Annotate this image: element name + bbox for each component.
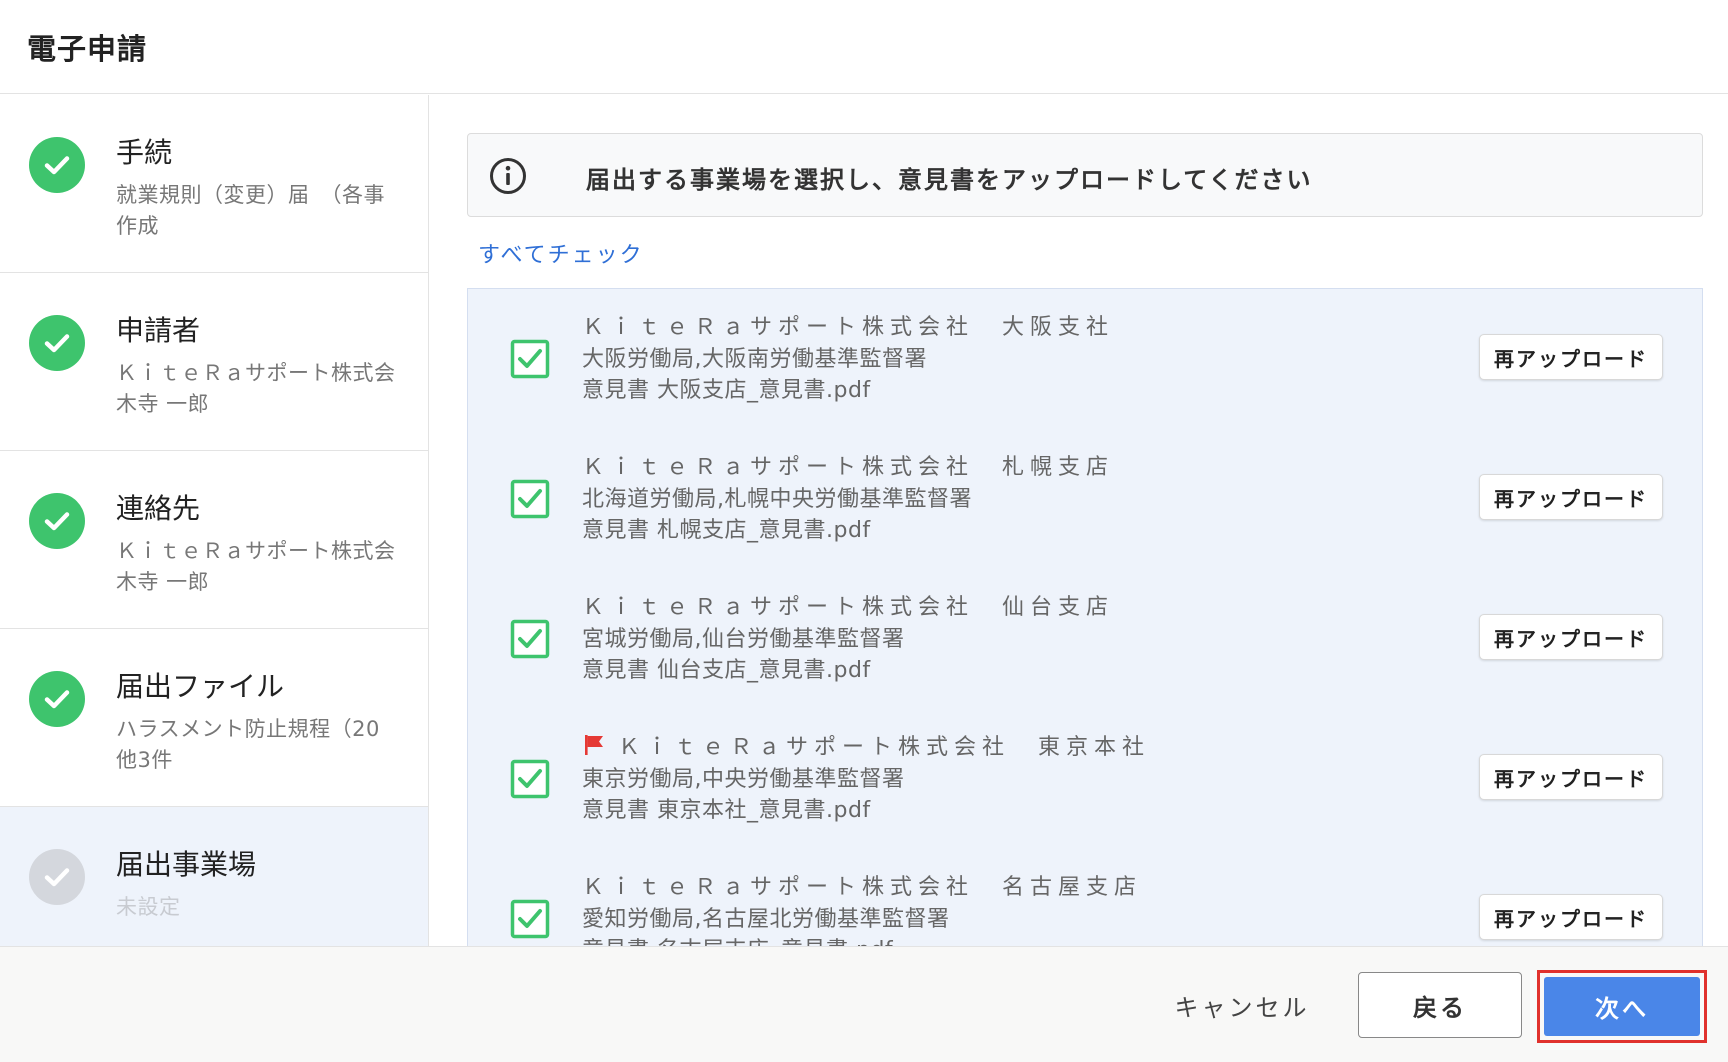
checked-checkbox-icon[interactable] [510, 479, 550, 519]
step-summary: ＫｉｔｅＲａサポート株式会 [116, 361, 396, 385]
checked-checkbox-icon[interactable] [510, 759, 550, 799]
step-title: 届出事業場 [116, 848, 257, 881]
check-circle-icon [29, 671, 85, 727]
workplace-name-row: ＫｉｔｅＲａサポート株式会社 東京本社 [582, 729, 1150, 761]
step-contact[interactable]: 連絡先 ＫｉｔｅＲａサポート株式会 木寺 一郎 [0, 451, 428, 629]
opinion-file: 意見書 東京本社_意見書.pdf [582, 798, 871, 823]
dialog-header: 電子申請 [0, 0, 1728, 94]
workplace-name: ＫｉｔｅＲａサポート株式会社 札幌支店 [582, 455, 1115, 480]
step-summary: ハラスメント防止規程（20 [116, 717, 380, 741]
workplace-office: 愛知労働局,名古屋北労働基準監督署 [582, 907, 950, 932]
step-summary-detail: 木寺 一郎 [116, 570, 210, 594]
dialog-footer: キャンセル 戻る 次へ [0, 946, 1728, 1062]
workplace-name: ＫｉｔｅＲａサポート株式会社 大阪支社 [582, 315, 1115, 340]
reupload-button[interactable]: 再アップロード [1479, 894, 1663, 940]
back-button[interactable]: 戻る [1358, 972, 1522, 1038]
reupload-button[interactable]: 再アップロード [1479, 474, 1663, 520]
workplace-row: ＫｉｔｅＲａサポート株式会社 仙台支店 宮城労働局,仙台労働基準監督署 意見書 … [468, 569, 1702, 709]
workplace-row: ＫｉｔｅＲａサポート株式会社 名古屋支店 愛知労働局,名古屋北労働基準監督署 意… [468, 849, 1702, 946]
opinion-file: 意見書 大阪支店_意見書.pdf [582, 378, 871, 403]
cancel-button[interactable]: キャンセル [1162, 977, 1322, 1033]
step-summary: ＫｉｔｅＲａサポート株式会 [116, 539, 396, 563]
workplace-name: ＫｉｔｅＲａサポート株式会社 名古屋支店 [582, 875, 1143, 900]
info-icon [490, 158, 526, 194]
notice-text: 届出する事業場を選択し、意見書をアップロードしてください [586, 166, 1313, 194]
step-title: 連絡先 [116, 492, 201, 525]
step-applicant[interactable]: 申請者 ＫｉｔｅＲａサポート株式会 木寺 一郎 [0, 273, 428, 451]
workplace-name: ＫｉｔｅＲａサポート株式会社 仙台支店 [582, 595, 1115, 620]
reupload-button[interactable]: 再アップロード [1479, 614, 1663, 660]
opinion-file: 意見書 名古屋支店_意見書.pdf [582, 932, 893, 946]
workplace-office: 大阪労働局,大阪南労働基準監督署 [582, 347, 927, 372]
workplace-office: 宮城労働局,仙台労働基準監督署 [582, 627, 905, 652]
step-title: 手続 [116, 136, 173, 169]
next-button-highlight: 次へ [1537, 970, 1707, 1043]
opinion-file: 意見書 札幌支店_意見書.pdf [582, 518, 871, 543]
workplace-office: 北海道労働局,札幌中央労働基準監督署 [582, 487, 972, 512]
step-summary: 未設定 [116, 895, 181, 919]
checked-checkbox-icon[interactable] [510, 619, 550, 659]
check-all-link[interactable]: すべてチェック [478, 237, 644, 269]
reupload-button[interactable]: 再アップロード [1479, 754, 1663, 800]
step-sidebar: 手続 就業規則（変更）届 （各事 作成 申請者 ＫｉｔｅＲａサポート株式会 木寺… [0, 95, 429, 946]
check-circle-icon [29, 315, 85, 371]
step-title: 届出ファイル [116, 670, 285, 703]
instruction-notice: 届出する事業場を選択し、意見書をアップロードしてください [467, 133, 1703, 217]
step-procedure[interactable]: 手続 就業規則（変更）届 （各事 作成 [0, 95, 428, 273]
workplace-office: 東京労働局,中央労働基準監督署 [582, 767, 905, 792]
workplace-row: ＫｉｔｅＲａサポート株式会社 大阪支社 大阪労働局,大阪南労働基準監督署 意見書… [468, 289, 1702, 429]
flag-icon [585, 735, 603, 755]
next-button[interactable]: 次へ [1544, 977, 1700, 1036]
opinion-file: 意見書 仙台支店_意見書.pdf [582, 658, 871, 683]
step-files[interactable]: 届出ファイル ハラスメント防止規程（20 他3件 [0, 629, 428, 807]
checked-checkbox-icon[interactable] [510, 339, 550, 379]
checked-checkbox-icon[interactable] [510, 899, 550, 939]
reupload-button[interactable]: 再アップロード [1479, 334, 1663, 380]
step-summary-detail: 木寺 一郎 [116, 392, 210, 416]
check-circle-icon [29, 849, 85, 905]
workplace-row: ＫｉｔｅＲａサポート株式会社 札幌支店 北海道労働局,札幌中央労働基準監督署 意… [468, 429, 1702, 569]
step-title: 申請者 [116, 314, 201, 347]
workplace-list: ＫｉｔｅＲａサポート株式会社 大阪支社 大阪労働局,大阪南労働基準監督署 意見書… [467, 288, 1703, 946]
check-circle-icon [29, 493, 85, 549]
step-summary-detail: 他3件 [116, 748, 173, 772]
step-summary: 就業規則（変更）届 （各事 [116, 183, 385, 207]
check-circle-icon [29, 137, 85, 193]
workplace-row: ＫｉｔｅＲａサポート株式会社 東京本社 東京労働局,中央労働基準監督署 意見書 … [468, 709, 1702, 849]
step-workplaces[interactable]: 届出事業場 未設定 [0, 807, 428, 946]
step-summary-detail: 作成 [116, 214, 159, 238]
page-title: 電子申請 [27, 32, 148, 66]
main-panel: 届出する事業場を選択し、意見書をアップロードしてください すべてチェック Ｋｉｔ… [430, 95, 1728, 946]
workplace-name: ＫｉｔｅＲａサポート株式会社 東京本社 [618, 735, 1151, 760]
